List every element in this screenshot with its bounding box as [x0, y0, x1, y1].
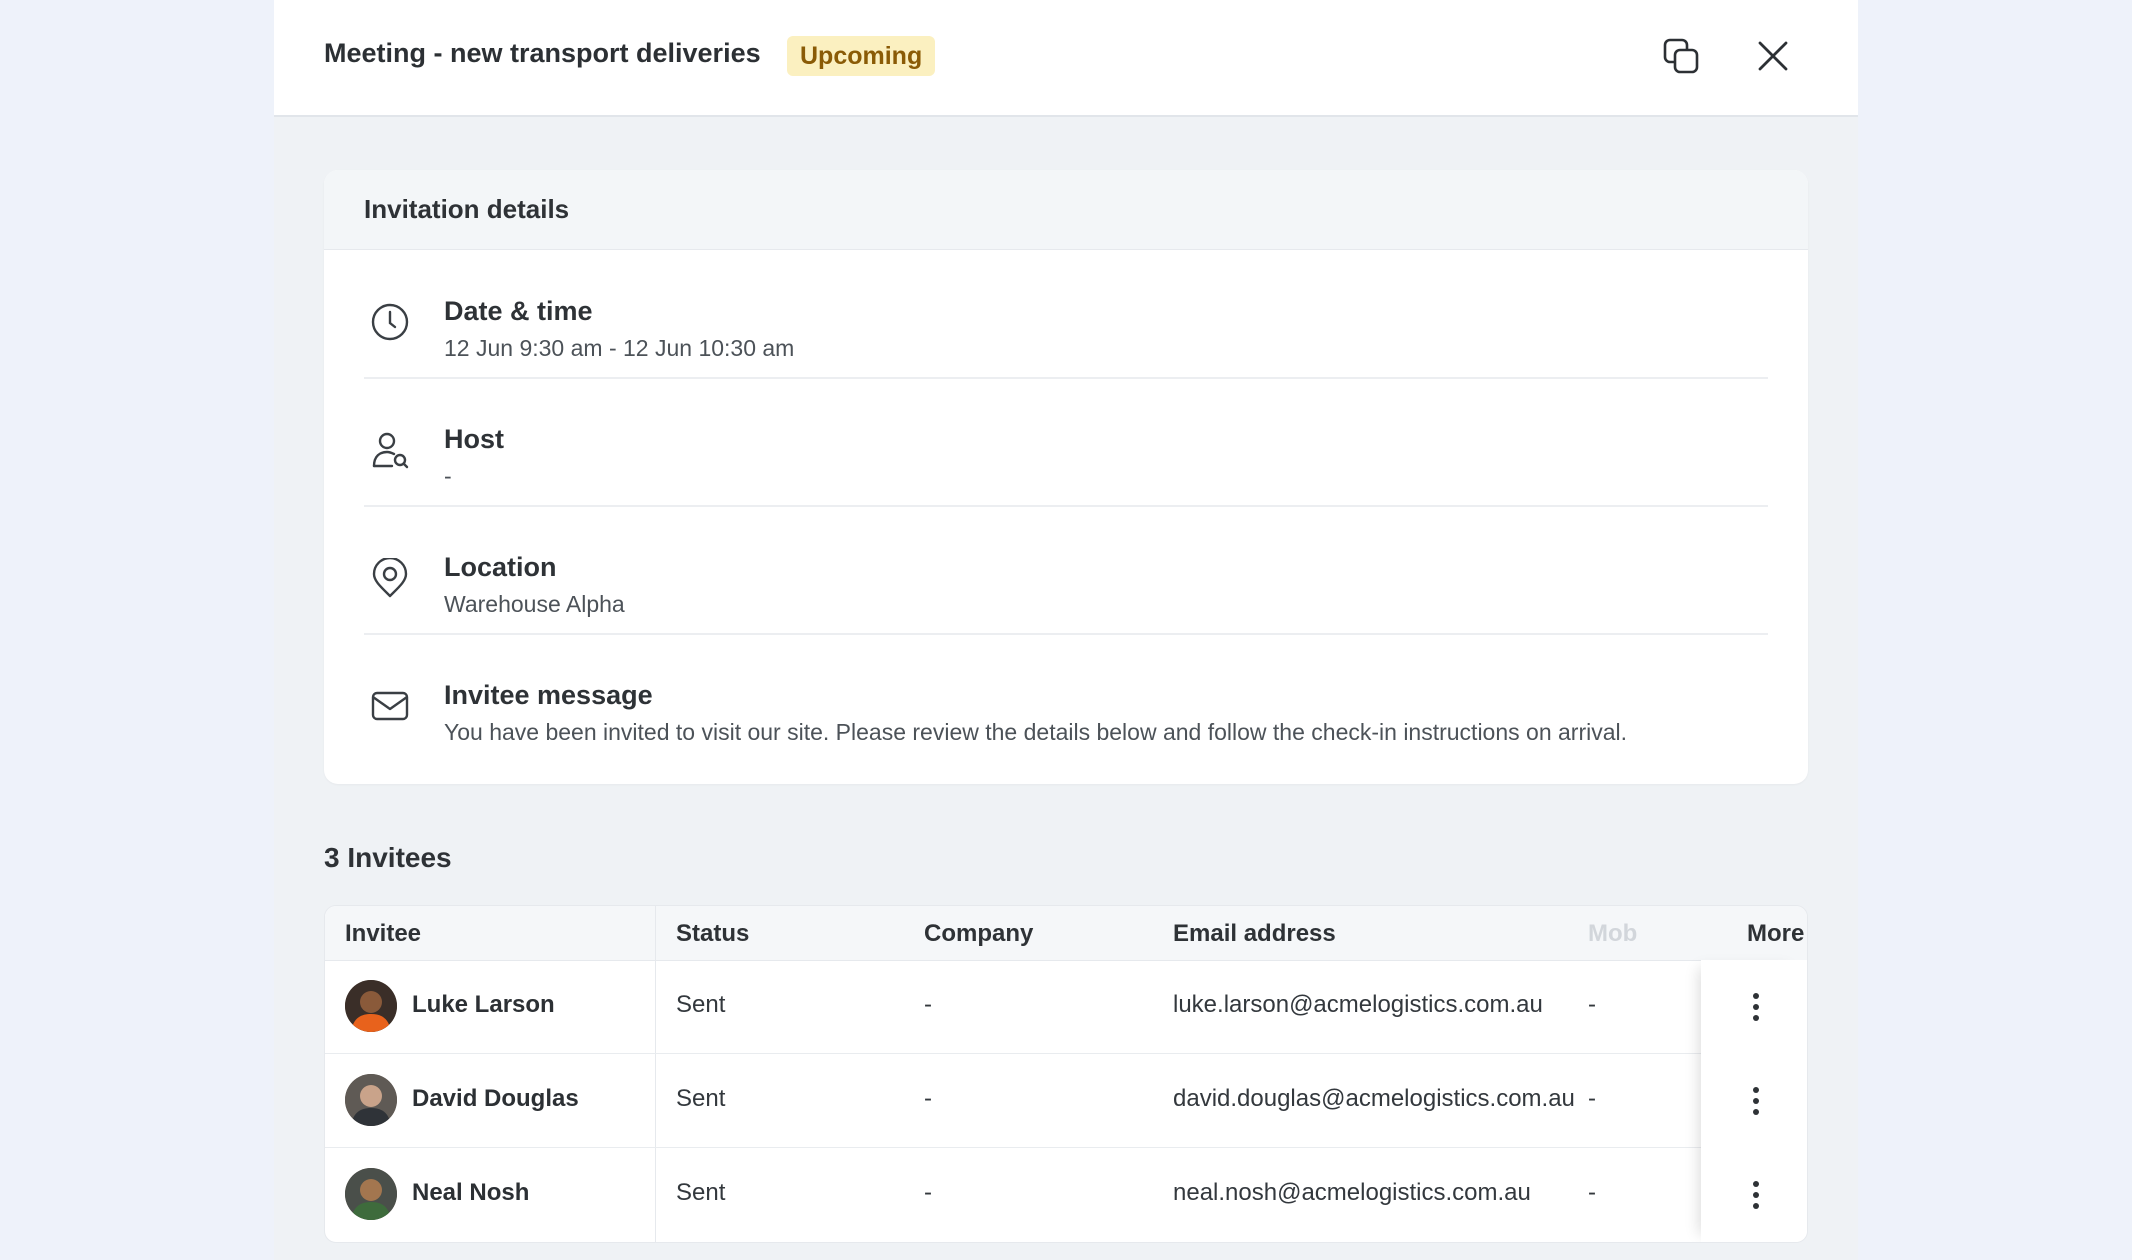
- clock-icon: [371, 303, 409, 341]
- invitee-name: David Douglas: [412, 1085, 579, 1112]
- avatar: [345, 1168, 397, 1220]
- invitee-name: Neal Nosh: [412, 1179, 530, 1206]
- date-time-value: 12 Jun 9:30 am - 12 Jun 10:30 am: [444, 335, 795, 361]
- table-header: Invitee Status Company Email address Mob: [325, 906, 1807, 961]
- invitee-email: david.douglas@acmelogistics.com.au: [1173, 1085, 1575, 1112]
- row-actions-button[interactable]: [1736, 1175, 1776, 1215]
- more-columns-label: More: [1747, 920, 1805, 947]
- invitees-count-heading: 3 Invitees: [324, 842, 452, 873]
- invitee-company: -: [924, 1179, 932, 1206]
- invitee-email: neal.nosh@acmelogistics.com.au: [1173, 1179, 1531, 1206]
- duplicate-button[interactable]: [1653, 28, 1709, 84]
- location-value: Warehouse Alpha: [444, 591, 625, 617]
- host-value: -: [444, 463, 452, 489]
- panel-header: Meeting - new transport deliveries Upcom…: [274, 0, 1858, 117]
- table-row[interactable]: Luke Larson Sent - luke.larson@acmelogis…: [325, 960, 1807, 1054]
- location-row: Location Warehouse Alpha: [364, 506, 1768, 635]
- invitee-message-label: Invitee message: [444, 680, 653, 710]
- host-label: Host: [444, 424, 504, 454]
- column-header-mobile[interactable]: Mob: [1588, 920, 1637, 948]
- invitee-name: Luke Larson: [412, 991, 555, 1018]
- invitee-mobile: -: [1588, 991, 1596, 1018]
- kebab-menu-icon: [1753, 1087, 1759, 1115]
- card-header: Invitation details: [324, 170, 1808, 250]
- more-columns-button[interactable]: More: [1747, 920, 1807, 948]
- card-title: Invitation details: [364, 194, 570, 224]
- column-header-email[interactable]: Email address: [1173, 920, 1336, 948]
- host-row: Host -: [364, 378, 1768, 507]
- date-time-row: Date & time 12 Jun 9:30 am - 12 Jun 10:3…: [364, 250, 1768, 379]
- kebab-menu-icon: [1753, 993, 1759, 1021]
- table-row[interactable]: David Douglas Sent - david.douglas@acmel…: [325, 1054, 1807, 1148]
- location-pin-icon: [372, 558, 408, 598]
- table-row[interactable]: Neal Nosh Sent - neal.nosh@acmelogistics…: [325, 1148, 1807, 1241]
- invitee-email: luke.larson@acmelogistics.com.au: [1173, 991, 1543, 1018]
- invitee-status: Sent: [676, 1085, 726, 1112]
- column-header-invitee[interactable]: Invitee: [345, 920, 421, 948]
- invitee-mobile: -: [1588, 1179, 1596, 1206]
- invitee-message-value: You have been invited to visit our site.…: [444, 719, 1628, 745]
- date-time-label: Date & time: [444, 296, 593, 326]
- invitee-company: -: [924, 1085, 932, 1112]
- kebab-menu-icon: [1753, 1181, 1759, 1209]
- invitee-message-row: Invitee message You have been invited to…: [364, 634, 1768, 761]
- invitee-status: Sent: [676, 1179, 726, 1206]
- column-header-status[interactable]: Status: [676, 920, 749, 948]
- column-header-company[interactable]: Company: [924, 920, 1033, 948]
- status-badge: Upcoming: [787, 36, 936, 76]
- location-label: Location: [444, 552, 557, 582]
- invitation-panel: Meeting - new transport deliveries Upcom…: [274, 0, 1858, 1260]
- copy-icon: [1663, 38, 1699, 74]
- row-actions-button[interactable]: [1736, 987, 1776, 1027]
- row-actions-button[interactable]: [1736, 1081, 1776, 1121]
- avatar: [345, 980, 397, 1032]
- invitee-status: Sent: [676, 991, 726, 1018]
- host-icon: [372, 432, 409, 469]
- invitee-company: -: [924, 991, 932, 1018]
- invitee-mobile: -: [1588, 1085, 1596, 1112]
- invitees-table: Invitee Status Company Email address Mob…: [324, 905, 1808, 1243]
- envelope-icon: [371, 691, 409, 721]
- close-button[interactable]: [1745, 28, 1801, 84]
- avatar: [345, 1074, 397, 1126]
- close-icon: [1758, 41, 1788, 71]
- meeting-title: Meeting - new transport deliveries: [324, 38, 761, 68]
- invitation-details-card: Invitation details Date & time 12 Jun 9:…: [324, 170, 1808, 784]
